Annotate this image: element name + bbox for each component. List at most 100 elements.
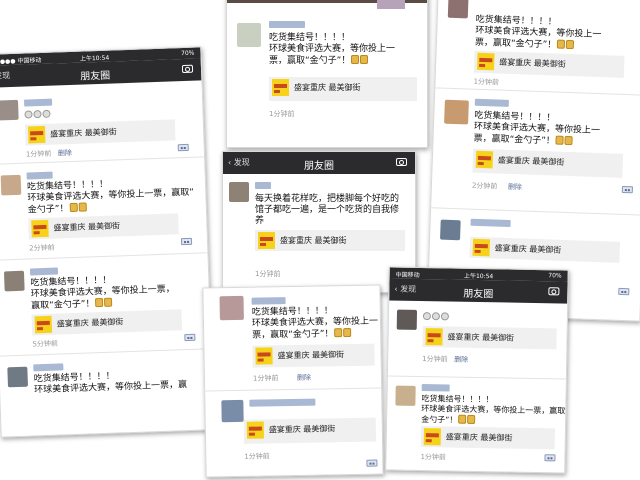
camera-icon[interactable] (396, 158, 407, 166)
username[interactable] (33, 363, 64, 372)
avatar[interactable] (396, 309, 418, 330)
smiley-emoji-icon (42, 109, 51, 118)
money-bag-emoji-icon (78, 202, 87, 212)
comment-icon[interactable] (180, 237, 193, 246)
delete-link[interactable]: 删除 (508, 182, 522, 192)
post-text: 每天换着花样吃，把楼脚每个好吃的 馆子都吃一遍，是一个吃货的自我修 养 (255, 194, 399, 227)
username[interactable] (470, 218, 511, 228)
username[interactable] (474, 98, 509, 107)
username[interactable] (269, 21, 305, 28)
delete-link[interactable]: 删除 (297, 373, 311, 383)
link-title: 盛宴重庆 最美御街 (53, 221, 121, 233)
link-title: 盛宴重庆 最美御街 (50, 127, 117, 139)
link-title: 盛宴重庆 最美御街 (445, 432, 513, 443)
avatar[interactable] (3, 270, 25, 292)
link-thumbnail (425, 328, 443, 346)
money-bag-emoji-icon (564, 135, 574, 146)
screenshot-top-center: 吃货集结号！！！！ 环球美食评选大赛，等你投上一 票，赢取“金勺子”！ 盛宴重庆… (226, 0, 428, 148)
battery-level: 70% (181, 49, 195, 58)
money-bag-emoji-icon (458, 414, 467, 424)
avatar[interactable] (7, 366, 29, 388)
link-thumbnail (246, 421, 264, 439)
avatar[interactable] (395, 385, 416, 406)
username[interactable] (29, 267, 59, 276)
avatar[interactable] (229, 182, 249, 202)
post-time: 1分钟前 (255, 270, 281, 278)
link-title: 盛宴重庆 最美御街 (277, 350, 345, 361)
link-thumbnail (31, 219, 49, 238)
avatar[interactable] (219, 295, 244, 321)
delete-link[interactable]: 删除 (58, 148, 72, 158)
link-thumbnail (258, 232, 275, 249)
post-time: 2分钟前 (29, 243, 55, 253)
username[interactable] (249, 398, 316, 407)
link-title: 盛宴重庆 最美御街 (294, 83, 361, 92)
link-card[interactable]: 盛宴重庆 最美御街 (252, 343, 375, 368)
screenshot-bottom-right: 中国移动 上午10:54 70% ‹ 发现 朋友圈 盛宴重庆 最美御街 1分钟前… (385, 266, 569, 474)
username[interactable] (421, 384, 450, 392)
post-text: 吃货集结号！！！！ 环球美食评选大赛，等你投上一票，赢取“ 金勺子”！ (421, 394, 569, 428)
money-bag-emoji-icon (95, 297, 104, 308)
link-card[interactable]: 盛宴重庆 最美御街 (420, 426, 555, 450)
username[interactable] (26, 171, 53, 180)
post-text-tail: 票，赢取“金勺子”！ (252, 329, 334, 341)
money-bag-emoji-icon (104, 297, 113, 307)
avatar[interactable] (447, 0, 469, 19)
smiley-emoji-icon (431, 312, 441, 321)
link-title: 盛宴重庆 最美御街 (494, 243, 562, 255)
smiley-emoji-icon (33, 110, 42, 119)
avatar[interactable] (440, 219, 461, 241)
post-text-line: 环球美食评选大赛，等你投上一 (269, 44, 396, 54)
money-bag-emoji-icon (360, 55, 369, 64)
comment-icon[interactable] (618, 287, 630, 296)
avatar[interactable] (221, 399, 244, 423)
moment-post: 吃货集结号！！！！ 环球美食评选大赛，等你投上一票，赢取“ 金勺子”！ 盛宴重庆… (0, 160, 207, 255)
avatar[interactable] (0, 174, 22, 196)
post-text-tail: 金勺子”！ (421, 415, 458, 425)
link-card[interactable]: 盛宴重庆 最美御街 (31, 309, 183, 336)
moment-post: 吃货集结号！！！！ 环球美食评选大赛，等你投上一票，赢取“ 金勺子”！ 盛宴重庆… (386, 379, 569, 468)
link-card[interactable]: 盛宴重庆 最美御街 (243, 417, 377, 444)
screenshot-left: ●●●● 中国移动 上午10:54 70% 发现 朋友圈 盛宴重庆 最美御街 1… (0, 46, 215, 438)
money-bag-emoji-icon (334, 328, 343, 338)
post-text-line: 养 (255, 216, 265, 226)
username[interactable] (255, 182, 271, 189)
profile-avatar (377, 0, 405, 9)
link-card[interactable]: 盛宴重庆 最美御街 (473, 50, 625, 78)
link-card[interactable]: 盛宴重庆 最美御街 (269, 77, 417, 101)
link-card[interactable]: 盛宴重庆 最美御街 (24, 119, 176, 146)
camera-icon[interactable] (548, 287, 560, 296)
post-text: 吃货集结号！！！！ 环球美食评选大赛，等你投上一 票，赢取“金勺子”！ (269, 33, 395, 67)
username[interactable] (251, 297, 286, 305)
avatar[interactable] (444, 99, 469, 125)
link-card[interactable]: 盛宴重庆 最美御街 (469, 236, 621, 263)
avatar[interactable] (237, 23, 261, 47)
comment-icon[interactable] (544, 454, 556, 462)
post-time: 1分钟前 (420, 453, 447, 462)
avatar[interactable] (0, 99, 19, 121)
comment-icon[interactable] (621, 185, 633, 194)
money-bag-emoji-icon (343, 327, 352, 338)
link-card[interactable]: 盛宴重庆 最美御街 (255, 230, 405, 251)
smiley-emoji-icon (440, 312, 449, 321)
link-card[interactable]: 盛宴重庆 最美御街 (28, 213, 179, 240)
comment-icon[interactable] (177, 143, 189, 152)
smiley-emoji-icon (24, 110, 33, 119)
link-title: 盛宴重庆 最美御街 (56, 317, 124, 329)
link-title: 盛宴重庆 最美御街 (497, 155, 565, 167)
camera-icon[interactable] (181, 64, 194, 74)
link-card[interactable]: 盛宴重庆 最美御街 (422, 326, 557, 350)
post-time: 1分钟前 (25, 149, 52, 159)
comment-icon[interactable] (366, 459, 378, 467)
username[interactable] (23, 98, 53, 107)
moment-post: 盛宴重庆 最美御街 1分钟前 删除 (0, 87, 204, 160)
moment-post: 盛宴重庆 最美御街 1分钟前 (205, 391, 382, 474)
link-title: 盛宴重庆 最美御街 (447, 332, 515, 343)
link-card[interactable]: 盛宴重庆 最美御街 (472, 148, 624, 178)
moment-post: 吃货集结号！！！！ 环球美食评选大赛，等你投上一 票，赢取“金勺子”！ 盛宴重庆… (227, 15, 427, 135)
post-time: 1分钟前 (422, 355, 448, 364)
delete-link[interactable]: 删除 (454, 355, 468, 365)
comment-icon[interactable] (184, 333, 196, 342)
post-time: 1分钟前 (244, 452, 270, 461)
post-text-line: 每天换着花样吃，把楼脚每个好吃的 (255, 194, 400, 204)
